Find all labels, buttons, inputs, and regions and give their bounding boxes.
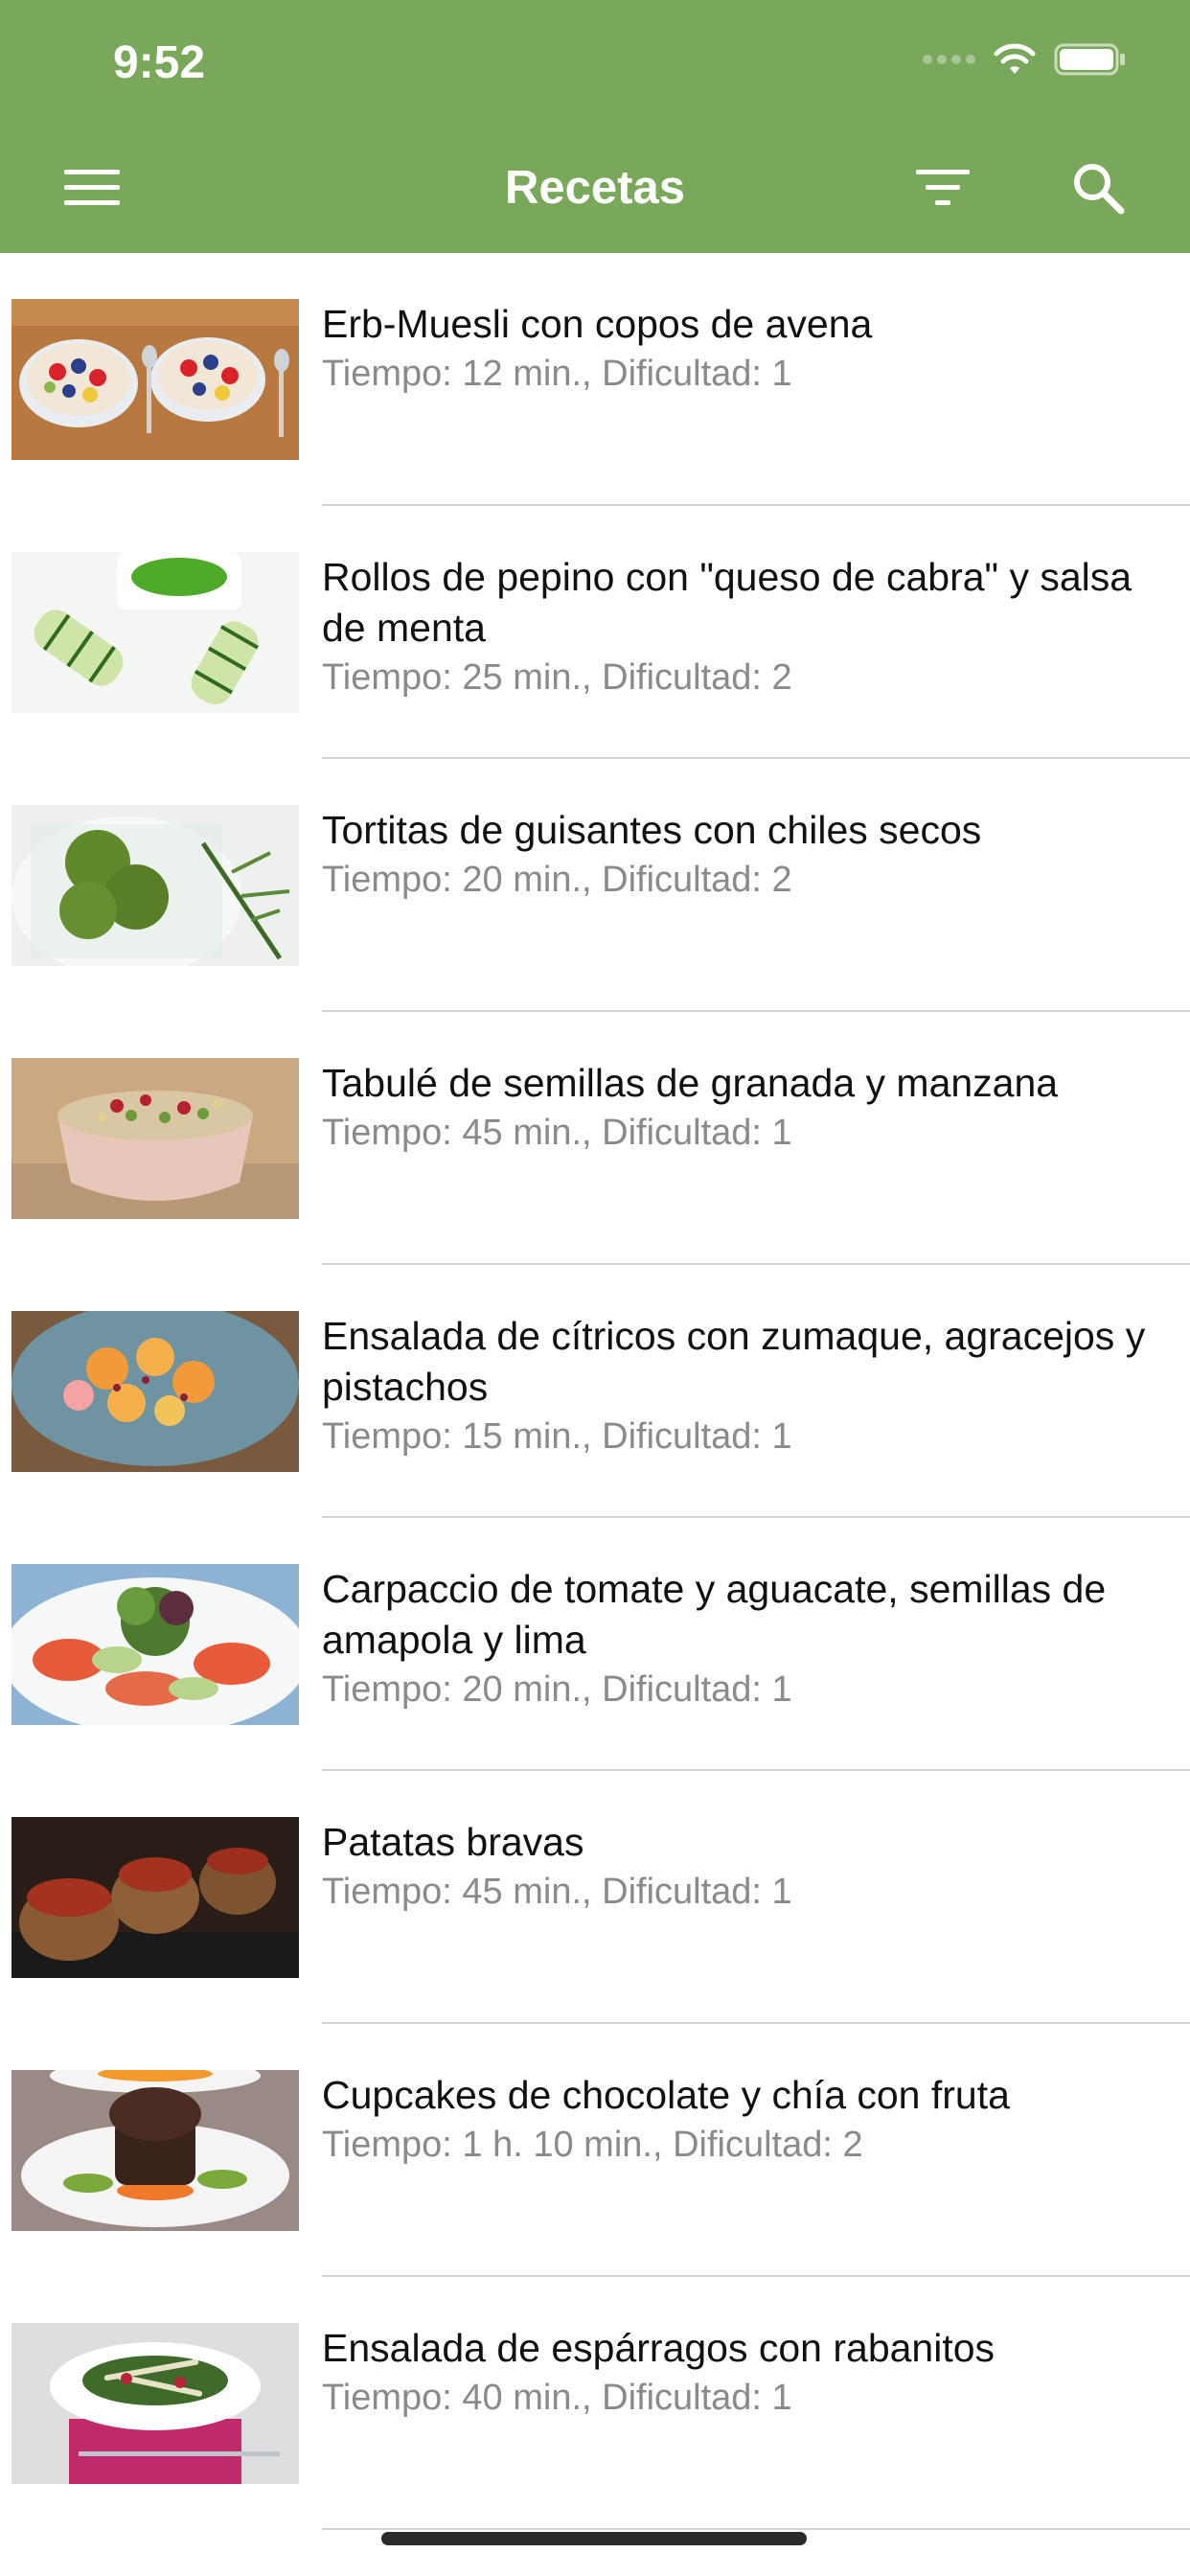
- recipe-row[interactable]: Cupcakes de chocolate y chía con fruta T…: [0, 2024, 1190, 2277]
- recipe-row[interactable]: Tabulé de semillas de granada y manzana …: [0, 1012, 1190, 1265]
- row-separator: [322, 2528, 1190, 2530]
- recipe-title: Ensalada de cítricos con zumaque, agrace…: [322, 1314, 1146, 1409]
- home-indicator[interactable]: [381, 2532, 807, 2545]
- recipe-row[interactable]: Ensalada de espárragos con rabanitos Tie…: [0, 2277, 1190, 2530]
- recipe-row[interactable]: Carpaccio de tomate y aguacate, semillas…: [0, 1518, 1190, 1771]
- filter-button[interactable]: [904, 157, 981, 218]
- recipe-meta: Tiempo: 20 min., Dificultad: 1: [322, 1669, 792, 1710]
- status-indicators: [923, 42, 1127, 77]
- recipe-thumbnail: [11, 299, 299, 460]
- recipe-row[interactable]: Rollos de pepino con "queso de cabra" y …: [0, 506, 1190, 759]
- search-icon: [1074, 164, 1125, 215]
- recipe-title: Cupcakes de chocolate y chía con fruta: [322, 2073, 1010, 2117]
- wifi-icon: [994, 43, 1036, 74]
- recipe-thumbnail: [11, 1564, 299, 1725]
- recipe-thumbnail: [11, 2070, 299, 2231]
- recipe-meta: Tiempo: 40 min., Dificultad: 1: [322, 2378, 792, 2418]
- cellular-signal-icon: [923, 55, 975, 64]
- recipe-title: Carpaccio de tomate y aguacate, semillas…: [322, 1567, 1107, 1662]
- recipe-meta: Tiempo: 25 min., Dificultad: 2: [322, 657, 792, 698]
- recipe-title: Tortitas de guisantes con chiles secos: [322, 808, 982, 852]
- navigation-bar: Recetas: [0, 144, 1190, 240]
- recipe-row[interactable]: Ensalada de cítricos con zumaque, agrace…: [0, 1265, 1190, 1518]
- recipe-title: Patatas bravas: [322, 1820, 584, 1864]
- recipe-thumbnail: [11, 805, 299, 966]
- recipe-thumbnail: [11, 1058, 299, 1219]
- recipe-row[interactable]: Patatas bravas Tiempo: 45 min., Dificult…: [0, 1771, 1190, 2024]
- recipe-meta: Tiempo: 20 min., Dificultad: 2: [322, 860, 792, 900]
- recipe-title: Tabulé de semillas de granada y manzana: [322, 1061, 1059, 1105]
- recipe-meta: Tiempo: 15 min., Dificultad: 1: [322, 1416, 792, 1457]
- recipe-row[interactable]: Tortitas de guisantes con chiles secos T…: [0, 759, 1190, 1012]
- app-header: 9:52 Recetas: [0, 0, 1190, 253]
- recipe-title: Rollos de pepino con "queso de cabra" y …: [322, 555, 1133, 650]
- status-time: 9:52: [113, 37, 206, 88]
- recipe-meta: Tiempo: 45 min., Dificultad: 1: [322, 1113, 792, 1153]
- search-button[interactable]: [1060, 157, 1136, 218]
- recipe-title: Ensalada de espárragos con rabanitos: [322, 2326, 995, 2370]
- recipe-thumbnail: [11, 2323, 299, 2484]
- recipe-thumbnail: [11, 1311, 299, 1472]
- recipe-list: Erb-Muesli con copos de avena Tiempo: 12…: [0, 253, 1190, 2530]
- recipe-meta: Tiempo: 45 min., Dificultad: 1: [322, 1872, 792, 1912]
- filter-icon: [916, 170, 970, 205]
- recipe-meta: Tiempo: 12 min., Dificultad: 1: [322, 354, 792, 394]
- recipe-row[interactable]: Erb-Muesli con copos de avena Tiempo: 12…: [0, 253, 1190, 506]
- recipe-meta: Tiempo: 1 h. 10 min., Dificultad: 2: [322, 2125, 863, 2165]
- recipe-title: Erb-Muesli con copos de avena: [322, 302, 873, 346]
- page-title: Recetas: [505, 162, 685, 214]
- battery-icon: [1054, 43, 1125, 76]
- recipe-thumbnail: [11, 1817, 299, 1978]
- recipe-thumbnail: [11, 552, 299, 713]
